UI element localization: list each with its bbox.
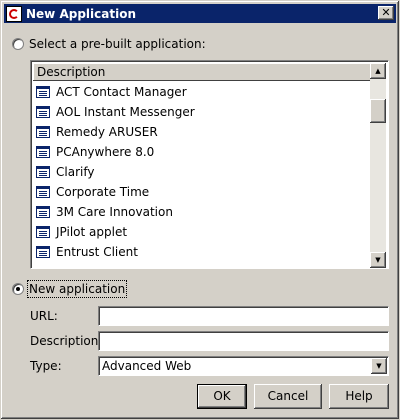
list-item-label: AOL Instant Messenger: [56, 105, 195, 119]
list-item[interactable]: ACT Contact Manager: [33, 82, 372, 102]
type-select[interactable]: Advanced Web ▼: [98, 356, 389, 376]
type-label: Type:: [30, 359, 62, 373]
type-select-value: Advanced Web: [102, 359, 192, 373]
title-bar[interactable]: New Application ✕: [4, 4, 396, 23]
application-icon: [36, 166, 50, 178]
application-icon: [36, 186, 50, 198]
list-item[interactable]: JPilot applet: [33, 222, 372, 242]
application-list-items: ACT Contact Manager AOL Instant Messenge…: [33, 82, 372, 262]
help-button[interactable]: Help: [329, 384, 389, 409]
application-icon: [36, 126, 50, 138]
list-item[interactable]: 3M Care Innovation: [33, 202, 372, 222]
list-item-label: Clarify: [56, 165, 95, 179]
new-application-radio[interactable]: New application: [12, 280, 128, 298]
application-icon: [36, 226, 50, 238]
application-icon: [36, 146, 50, 158]
chevron-down-icon[interactable]: ▼: [371, 358, 387, 374]
list-item[interactable]: Corporate Time: [33, 182, 372, 202]
list-item-label: JPilot applet: [56, 225, 128, 239]
list-item-label: PCAnywhere 8.0: [56, 145, 155, 159]
description-label: Description:: [30, 334, 103, 348]
list-scrollbar[interactable]: ▲ ▼: [370, 63, 386, 268]
close-button[interactable]: ✕: [378, 6, 394, 20]
description-input[interactable]: [98, 331, 389, 351]
list-item-label: ACT Contact Manager: [56, 85, 187, 99]
new-application-radio-circle[interactable]: [12, 283, 24, 295]
list-item-label: Corporate Time: [56, 185, 150, 199]
application-icon: [36, 206, 50, 218]
ok-button[interactable]: OK: [197, 384, 247, 409]
list-item[interactable]: AOL Instant Messenger: [33, 102, 372, 122]
prebuilt-application-radio[interactable]: Select a pre-built application:: [12, 37, 206, 51]
list-item-label: 3M Care Innovation: [56, 205, 173, 219]
application-list[interactable]: Description ACT Contact Manager AOL Inst…: [30, 60, 389, 269]
scroll-up-button[interactable]: ▲: [370, 63, 386, 79]
window-title: New Application: [26, 7, 136, 21]
new-application-dialog: New Application ✕ Select a pre-built app…: [0, 0, 400, 420]
list-item[interactable]: Remedy ARUSER: [33, 122, 372, 142]
list-item[interactable]: Clarify: [33, 162, 372, 182]
app-logo-icon: [6, 6, 22, 22]
list-item-label: Remedy ARUSER: [56, 125, 158, 139]
list-item[interactable]: PCAnywhere 8.0: [33, 142, 372, 162]
list-item[interactable]: Entrust Client: [33, 242, 372, 262]
cancel-button[interactable]: Cancel: [254, 384, 322, 409]
application-icon: [36, 246, 50, 258]
prebuilt-radio-label: Select a pre-built application:: [29, 37, 206, 51]
prebuilt-radio-circle[interactable]: [12, 38, 24, 50]
new-application-radio-label: New application: [26, 280, 128, 298]
application-icon: [36, 106, 50, 118]
scroll-thumb[interactable]: [370, 99, 386, 123]
url-input[interactable]: [98, 306, 389, 326]
url-label: URL:: [30, 309, 58, 323]
list-item-label: Entrust Client: [56, 245, 138, 259]
application-icon: [36, 86, 50, 98]
description-column-header[interactable]: Description: [33, 63, 372, 81]
scroll-down-button[interactable]: ▼: [370, 252, 386, 268]
